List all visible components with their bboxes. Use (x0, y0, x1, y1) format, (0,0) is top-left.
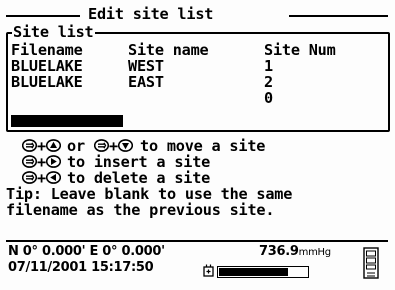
site-name: EAST (128, 73, 164, 91)
insert-text: to insert a site (67, 153, 211, 171)
header-site-num: Site Num (264, 41, 336, 59)
gps-readout: N 0° 0.000' E 0° 0.000' (8, 244, 165, 259)
site-filename: BLUELAKE (11, 57, 83, 75)
filename-input-cursor[interactable] (11, 115, 123, 127)
site-list-group: Site list Filename Site name Site Num BL… (6, 24, 390, 132)
move-or-text: or (67, 137, 85, 155)
enter-key-icon (94, 139, 109, 152)
pressure-readout: 736.9mmHg (259, 244, 331, 260)
battery-level-bar (219, 268, 288, 276)
site-row[interactable]: BLUELAKE EAST 2 (11, 74, 386, 90)
pressure-value: 736.9 (259, 244, 299, 259)
arrow-down-key-icon (118, 139, 133, 152)
battery-plug-icon (203, 264, 214, 277)
move-instruction: + or + to move a site (22, 138, 362, 154)
site-num: 2 (264, 73, 273, 91)
datetime-readout: 07/11/2001 15:17:50 (8, 260, 154, 275)
enter-key-icon (22, 171, 37, 184)
site-filename: BLUELAKE (11, 73, 83, 91)
header-filename: Filename (11, 41, 83, 59)
insert-instruction: + to insert a site (22, 154, 362, 170)
delete-instruction: + to delete a site (22, 170, 362, 186)
header-site-name: Site name (128, 41, 209, 59)
enter-key-icon (22, 155, 37, 168)
title-bar: Edit site list (6, 6, 388, 24)
site-list-header: Filename Site name Site Num (11, 42, 386, 58)
probe-icon (360, 247, 382, 281)
new-site-row[interactable]: 0 (11, 90, 386, 106)
title-rule-left (6, 15, 80, 17)
move-text: to move a site (140, 137, 266, 155)
arrow-left-key-icon (46, 171, 61, 184)
arrow-up-key-icon (46, 139, 61, 152)
handheld-screen: Edit site list Site list Filename Site n… (0, 0, 395, 290)
title-rule-right (289, 15, 388, 17)
site-num: 1 (264, 57, 273, 75)
delete-text: to delete a site (67, 169, 211, 187)
arrow-right-key-icon (46, 155, 61, 168)
battery-icon (202, 263, 310, 279)
status-divider (6, 240, 388, 242)
tip-line-1: Tip: Leave blank to use the same (6, 185, 293, 203)
pressure-unit: mmHg (298, 247, 331, 258)
site-list-legend: Site list (12, 23, 95, 41)
site-name: WEST (128, 57, 164, 75)
enter-key-icon (22, 139, 37, 152)
new-site-num: 0 (264, 89, 273, 107)
tip-line-2: filename as the previous site. (6, 201, 275, 219)
site-row[interactable]: BLUELAKE WEST 1 (11, 58, 386, 74)
page-title: Edit site list (88, 5, 214, 23)
